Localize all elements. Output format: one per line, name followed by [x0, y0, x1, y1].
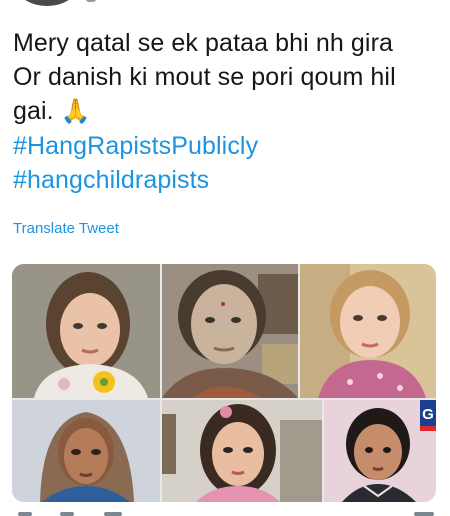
retweet-icon[interactable] — [60, 512, 74, 516]
child-photo-3[interactable] — [300, 264, 436, 398]
tweet-line-3: gai. 🙏 — [13, 94, 443, 129]
share-icon[interactable] — [414, 512, 434, 516]
avatar[interactable] — [18, 0, 76, 6]
tweet-line-2: Or danish ki mout se pori qoum hil — [13, 63, 396, 91]
child-photo-5[interactable] — [162, 400, 322, 502]
tweet-text: Mery qatal se ek pataa bhi nh gira Or da… — [13, 26, 443, 197]
like-icon[interactable] — [104, 512, 122, 516]
folded-hands-emoji: 🙏 — [60, 98, 91, 125]
child-photo-1[interactable] — [12, 264, 160, 398]
tweet-line-3-text: gai. — [13, 97, 54, 125]
hashtag-hang-rapists-publicly[interactable]: #HangRapistsPublicly — [13, 129, 443, 163]
tweet-actions-cropped — [0, 510, 450, 516]
tweet-line-1: Mery qatal se ek pataa bhi nh gira — [13, 29, 394, 57]
media-grid[interactable]: G — [12, 264, 436, 502]
tweet-header-cropped — [0, 0, 450, 10]
channel-logo-text: G — [422, 406, 434, 423]
translate-tweet-link[interactable]: Translate Tweet — [13, 220, 119, 237]
child-photo-6[interactable]: G — [324, 400, 436, 502]
reply-icon[interactable] — [18, 512, 32, 516]
username-fragment — [86, 0, 96, 2]
child-photo-4[interactable] — [12, 400, 160, 502]
child-photo-2[interactable] — [162, 264, 298, 398]
hashtag-hang-child-rapists[interactable]: #hangchildrapists — [13, 163, 443, 197]
